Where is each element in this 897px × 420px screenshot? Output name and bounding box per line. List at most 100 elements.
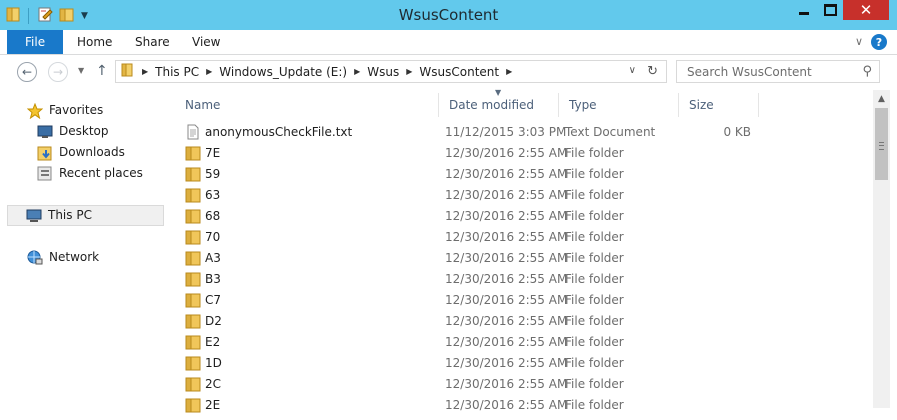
expand-ribbon-icon[interactable]: ∨ xyxy=(855,35,863,48)
folder-icon xyxy=(185,397,201,413)
back-button[interactable]: ← xyxy=(17,62,37,82)
file-name: 2E xyxy=(205,398,221,412)
window-controls: ✕ xyxy=(791,0,889,20)
tab-view[interactable]: View xyxy=(178,30,234,54)
ribbon: File Home Share View ∨ ? xyxy=(0,30,897,55)
up-arrow-icon[interactable]: ↑ xyxy=(96,63,108,79)
file-date-modified: 12/30/2016 2:55 AM xyxy=(445,335,568,349)
file-row[interactable]: 63 12/30/2016 2:55 AM File folder xyxy=(167,185,767,206)
scroll-thumb[interactable] xyxy=(875,108,888,180)
file-type: File folder xyxy=(565,314,624,328)
recent-places-icon xyxy=(37,166,53,182)
breadcrumb-chevron-icon[interactable]: ▶ xyxy=(201,67,217,76)
nav-downloads[interactable]: Downloads xyxy=(37,142,125,163)
file-date-modified: 12/30/2016 2:55 AM xyxy=(445,377,568,391)
breadcrumb-this-pc[interactable]: This PC xyxy=(153,65,201,79)
file-type: File folder xyxy=(565,335,624,349)
file-row[interactable]: 7E 12/30/2016 2:55 AM File folder xyxy=(167,143,767,164)
file-row[interactable]: B3 12/30/2016 2:55 AM File folder xyxy=(167,269,767,290)
maximize-icon xyxy=(823,4,837,16)
search-box: ⚲ xyxy=(676,60,880,83)
breadcrumb-chevron-icon[interactable]: ▶ xyxy=(401,67,417,76)
breadcrumb-drive[interactable]: Windows_Update (E:) xyxy=(217,65,349,79)
close-button[interactable]: ✕ xyxy=(843,0,889,20)
star-icon xyxy=(27,102,43,119)
search-icon[interactable]: ⚲ xyxy=(862,64,872,79)
file-row[interactable]: 2E 12/30/2016 2:55 AM File folder xyxy=(167,395,767,416)
vertical-scrollbar[interactable]: ▲ xyxy=(873,90,890,408)
folder-icon xyxy=(185,250,201,266)
close-icon: ✕ xyxy=(859,1,873,19)
text-file-icon xyxy=(185,124,201,140)
file-name: A3 xyxy=(205,251,221,265)
file-date-modified: 12/30/2016 2:55 AM xyxy=(445,356,568,370)
address-dropdown-icon[interactable]: ∨ xyxy=(629,65,636,76)
file-name: D2 xyxy=(205,314,222,328)
file-row[interactable]: 59 12/30/2016 2:55 AM File folder xyxy=(167,164,767,185)
file-row[interactable]: 1D 12/30/2016 2:55 AM File folder xyxy=(167,353,767,374)
help-icon[interactable]: ? xyxy=(871,34,887,50)
nav-recent-places[interactable]: Recent places xyxy=(37,163,143,184)
breadcrumb-chevron-icon[interactable]: ▶ xyxy=(501,67,517,76)
file-row[interactable]: 70 12/30/2016 2:55 AM File folder xyxy=(167,227,767,248)
sort-indicator-icon: ▼ xyxy=(495,88,502,97)
file-type: File folder xyxy=(565,356,624,370)
file-row[interactable]: anonymousCheckFile.txt 11/12/2015 3:03 PM… xyxy=(167,122,767,143)
nav-network[interactable]: Network xyxy=(27,247,99,268)
file-row[interactable]: A3 12/30/2016 2:55 AM File folder xyxy=(167,248,767,269)
breadcrumb-chevron-icon[interactable]: ▶ xyxy=(137,67,153,76)
folder-icon xyxy=(121,63,133,80)
minimize-button[interactable] xyxy=(791,0,817,20)
refresh-icon[interactable]: ↻ xyxy=(647,64,658,79)
file-type: File folder xyxy=(565,251,624,265)
file-name: 59 xyxy=(205,167,221,181)
folder-icon xyxy=(185,208,201,224)
breadcrumb-wsus[interactable]: Wsus xyxy=(365,65,401,79)
column-header-size[interactable]: Size xyxy=(679,93,759,117)
folder-icon xyxy=(185,313,201,329)
file-name: 7E xyxy=(205,146,221,160)
file-row[interactable]: 2C 12/30/2016 2:55 AM File folder xyxy=(167,374,767,395)
breadcrumb-wsuscontent[interactable]: WsusContent xyxy=(417,65,501,79)
nav-network-label: Network xyxy=(49,250,100,264)
nav-this-pc[interactable]: This PC xyxy=(7,205,164,226)
file-date-modified: 12/30/2016 2:55 AM xyxy=(445,398,568,412)
tab-file[interactable]: File xyxy=(7,30,64,54)
file-date-modified: 12/30/2016 2:55 AM xyxy=(445,272,568,286)
address-bar[interactable]: ▶ This PC ▶ Windows_Update (E:) ▶ Wsus ▶… xyxy=(115,60,667,83)
nav-recent-places-label: Recent places xyxy=(59,166,143,180)
file-row[interactable]: C7 12/30/2016 2:55 AM File folder xyxy=(167,290,767,311)
column-header-type[interactable]: Type xyxy=(559,93,679,117)
tab-home[interactable]: Home xyxy=(63,30,126,54)
search-input[interactable] xyxy=(685,64,859,80)
file-name: 70 xyxy=(205,230,221,244)
file-type: File folder xyxy=(565,146,624,160)
grip-icon xyxy=(879,142,884,150)
nav-this-pc-label: This PC xyxy=(48,208,92,222)
minimize-icon xyxy=(799,11,809,15)
folder-icon xyxy=(185,271,201,287)
file-type: File folder xyxy=(565,377,624,391)
folder-icon xyxy=(185,334,201,350)
file-row[interactable]: D2 12/30/2016 2:55 AM File folder xyxy=(167,311,767,332)
tab-share[interactable]: Share xyxy=(121,30,184,54)
forward-button[interactable]: → xyxy=(48,62,68,82)
file-list: Name Date modified ▼ Type Size anonymous… xyxy=(167,88,873,413)
file-type: File folder xyxy=(565,209,624,223)
navigation-bar: ← → ▼ ↑ ▶ This PC ▶ Windows_Update (E:) … xyxy=(0,55,897,90)
file-row[interactable]: E2 12/30/2016 2:55 AM File folder xyxy=(167,332,767,353)
file-name: anonymousCheckFile.txt xyxy=(205,125,353,139)
column-header-name[interactable]: Name xyxy=(175,93,439,117)
back-arrow-icon: ← xyxy=(21,65,33,79)
maximize-button[interactable] xyxy=(817,0,843,20)
nav-favorites[interactable]: Favorites xyxy=(27,100,103,121)
file-type: File folder xyxy=(565,272,624,286)
file-name: 2C xyxy=(205,377,222,391)
recent-locations-icon[interactable]: ▼ xyxy=(78,66,84,75)
nav-desktop[interactable]: Desktop xyxy=(37,121,109,142)
file-size: 0 KB xyxy=(723,125,751,139)
scroll-up-icon[interactable]: ▲ xyxy=(873,90,890,107)
file-row[interactable]: 68 12/30/2016 2:55 AM File folder xyxy=(167,206,767,227)
breadcrumb-chevron-icon[interactable]: ▶ xyxy=(349,67,365,76)
file-type: Text Document xyxy=(565,125,656,139)
